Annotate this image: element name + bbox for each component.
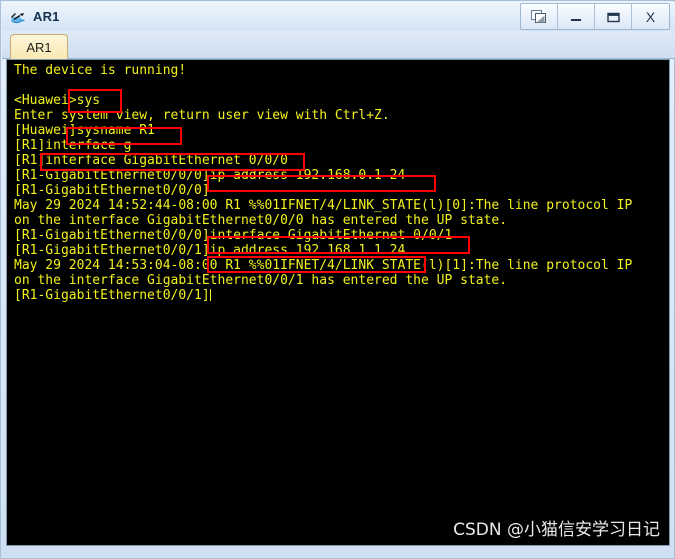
window-title-bar[interactable]: AR1 X: [2, 2, 675, 31]
terminal-line: May 29 2024 14:53:04-08:00 R1 %%01IFNET/…: [14, 258, 633, 273]
terminal-line: May 29 2024 14:52:44-08:00 R1 %%01IFNET/…: [14, 198, 633, 213]
minimize-icon: [571, 18, 581, 21]
terminal-line: The device is running!: [14, 63, 187, 78]
cascade-windows-button[interactable]: [521, 4, 558, 29]
close-button[interactable]: X: [632, 4, 669, 29]
terminal-line: [R1-GigabitEthernet0/0/1]: [14, 288, 211, 303]
terminal-caret: [209, 289, 211, 301]
terminal-line: [R1]interface g: [14, 138, 132, 153]
terminal-line: [Huawei]sysname R1: [14, 123, 155, 138]
terminal-line: [R1-GigabitEthernet0/0/0]ip address 192.…: [14, 168, 406, 183]
window-controls: X: [520, 3, 670, 30]
close-icon: X: [645, 8, 656, 25]
watermark-text: CSDN @小猫信安学习日记: [453, 520, 660, 540]
tab-ar1[interactable]: AR1: [10, 34, 68, 60]
terminal-output[interactable]: The device is running! <Huawei>sys Enter s…: [7, 60, 669, 545]
terminal-panel[interactable]: The device is running! <Huawei>sys Enter s…: [6, 59, 670, 546]
terminal-line: on the interface GigabitEthernet0/0/1 ha…: [14, 273, 508, 288]
terminal-line: [R1-GigabitEthernet0/0/0]interface Gigab…: [14, 228, 453, 243]
terminal-line: [R1-GigabitEthernet0/0/1]ip address 192.…: [14, 243, 406, 258]
terminal-line: Enter system view, return user view with…: [14, 108, 390, 123]
tab-strip: AR1: [2, 31, 675, 60]
maximize-button[interactable]: [595, 4, 632, 29]
terminal-line: <Huawei>sys: [14, 93, 101, 108]
maximize-icon: [607, 12, 620, 22]
tab-label: AR1: [26, 40, 52, 55]
terminal-line: on the interface GigabitEthernet0/0/0 ha…: [14, 213, 508, 228]
window-title: AR1: [33, 8, 60, 24]
terminal-line: [R1-GigabitEthernet0/0/0]: [14, 183, 210, 198]
terminal-line: [R1]interface GigabitEthernet 0/0/0: [14, 153, 288, 168]
minimize-button[interactable]: [558, 4, 595, 29]
ar1-cli-window: AR1 X AR1 The device is running! <Huawei…: [0, 0, 675, 559]
router-icon: [9, 7, 29, 27]
cascade-windows-icon: [531, 9, 546, 23]
